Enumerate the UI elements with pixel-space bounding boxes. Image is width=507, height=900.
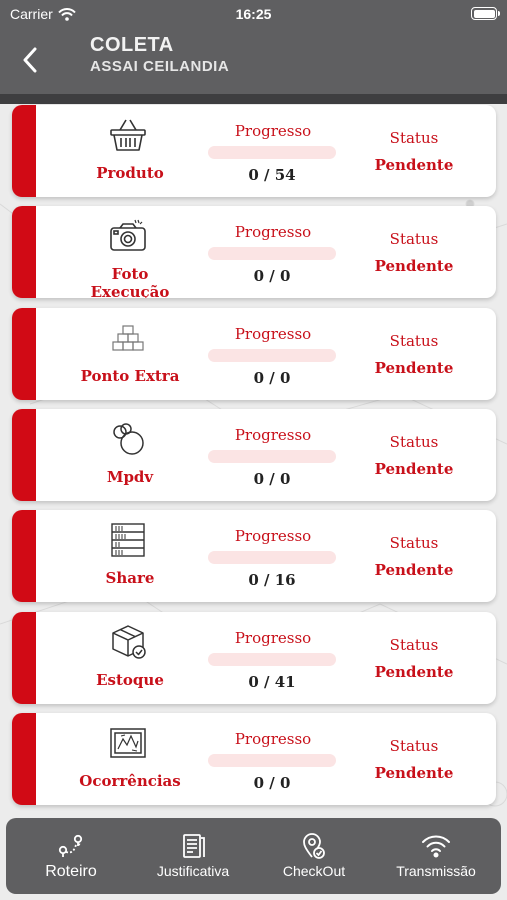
progress-bar <box>208 753 336 767</box>
camera-icon <box>108 216 148 256</box>
status-label: Status <box>389 230 439 249</box>
status-value: Pendente <box>374 459 454 478</box>
status-label: Status <box>389 129 439 147</box>
status-label: Status <box>389 736 439 755</box>
tab-checkout[interactable]: CheckOut <box>274 818 354 894</box>
tab-label: Transmissão <box>396 863 476 879</box>
progress-bar <box>208 348 336 362</box>
progress-count: 0 / 0 <box>253 267 291 286</box>
tab-roteiro[interactable]: Roteiro <box>34 818 108 894</box>
bottom-tab-bar: Roteiro Justificativa CheckOut Transmiss… <box>6 818 501 894</box>
battery-icon <box>471 7 500 20</box>
back-button[interactable] <box>14 42 46 78</box>
tab-label: Roteiro <box>45 863 97 880</box>
boxes-stack-icon <box>108 318 148 358</box>
header-divider <box>0 94 507 104</box>
card-title: Mpdv <box>106 467 154 486</box>
box-check-icon <box>108 622 148 662</box>
page-title: COLETA <box>90 34 174 56</box>
card-estoque[interactable]: Estoque Progresso 0 / 41 Status Pendente <box>12 611 496 704</box>
page-subtitle: ASSAI CEILANDIA <box>90 58 230 75</box>
progress-count: 0 / 0 <box>253 469 291 488</box>
card-ponto-extra[interactable]: Ponto Extra Progresso 0 / 0 Status Pendente <box>12 307 496 400</box>
card-title: Share <box>105 569 155 588</box>
status-value: Pendente <box>374 257 454 276</box>
progress-count: 0 / 0 <box>253 773 291 792</box>
tab-label: Justificativa <box>156 863 230 879</box>
progress-bar <box>208 551 336 565</box>
progress-bar <box>208 652 336 666</box>
status-value: Pendente <box>374 561 454 580</box>
progress-count: 0 / 0 <box>253 368 291 387</box>
card-accent-stripe <box>12 307 36 400</box>
progress-label: Progresso <box>234 122 312 140</box>
progress-label: Progresso <box>234 425 312 444</box>
card-share[interactable]: Share Progresso 0 / 16 Status Pendente <box>12 510 496 603</box>
status-label: Status <box>389 635 439 654</box>
status-bar: Carrier 16:25 <box>0 0 507 28</box>
card-accent-stripe <box>12 105 36 197</box>
progress-count: 0 / 41 <box>248 672 296 691</box>
card-accent-stripe <box>12 611 36 704</box>
tab-label: CheckOut <box>282 863 346 879</box>
clock: 16:25 <box>235 6 272 22</box>
broken-frame-icon <box>108 723 148 763</box>
circles-icon <box>108 419 148 459</box>
progress-label: Progresso <box>234 527 312 546</box>
card-title: Foto Execução <box>90 265 170 299</box>
card-mpdv[interactable]: Mpdv Progresso 0 / 0 Status Pendente <box>12 408 496 501</box>
tab-justificativa[interactable]: Justificativa <box>146 818 240 894</box>
chevron-left-icon <box>23 47 37 73</box>
progress-label: Progresso <box>234 628 312 647</box>
card-title: Produto <box>96 164 164 182</box>
shelf-icon <box>108 520 148 560</box>
progress-label: Progresso <box>234 729 312 748</box>
card-title: Estoque <box>96 670 164 689</box>
status-value: Pendente <box>374 763 454 782</box>
location-check-icon <box>303 833 325 859</box>
route-icon <box>58 834 83 857</box>
progress-bar <box>208 247 336 261</box>
progress-count: 0 / 16 <box>248 571 296 590</box>
card-accent-stripe <box>12 510 36 603</box>
status-value: Pendente <box>374 358 454 377</box>
status-label: Status <box>389 534 439 553</box>
status-value: Pendente <box>374 662 454 681</box>
card-title: Ponto Extra <box>80 366 180 385</box>
progress-bar <box>208 146 336 159</box>
progress-label: Progresso <box>234 324 312 343</box>
card-title: Ocorrências <box>79 771 181 790</box>
card-ocorrencias[interactable]: Ocorrências Progresso 0 / 0 Status Pendente <box>12 712 496 805</box>
card-produto[interactable]: Produto Progresso 0 / 54 Status Pendente <box>12 105 496 197</box>
card-accent-stripe <box>12 206 36 299</box>
progress-label: Progresso <box>234 223 312 242</box>
card-accent-stripe <box>12 712 36 805</box>
wifi-icon <box>422 835 450 858</box>
document-icon <box>183 834 205 858</box>
basket-icon <box>108 115 148 155</box>
status-value: Pendente <box>374 156 454 174</box>
progress-bar <box>208 449 336 463</box>
progress-count: 0 / 54 <box>248 166 296 184</box>
status-label: Status <box>389 432 439 451</box>
status-label: Status <box>389 331 439 350</box>
card-foto-execucao[interactable]: Foto Execução Progresso 0 / 0 Status Pendent… <box>12 206 496 299</box>
app-header: COLETA ASSAI CEILANDIA <box>0 28 507 94</box>
tab-transmissao[interactable]: Transmissão <box>386 818 486 894</box>
card-accent-stripe <box>12 408 36 501</box>
